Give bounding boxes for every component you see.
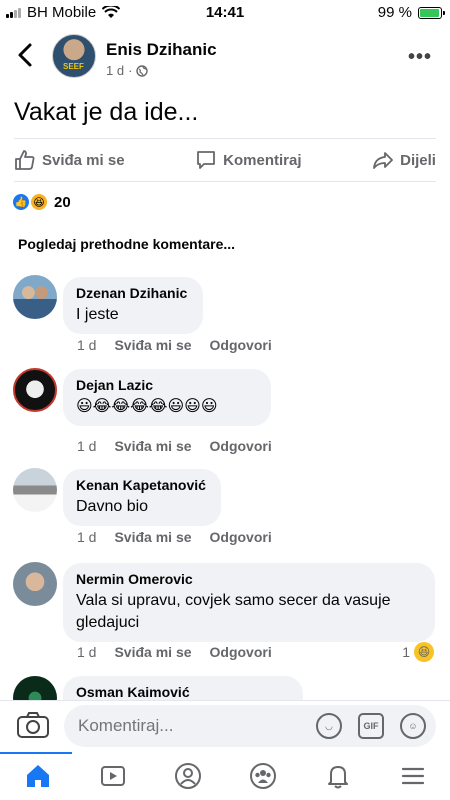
status-right: 99 %	[377, 4, 445, 21]
comment-bubble-icon	[197, 151, 216, 169]
nav-watch[interactable]	[93, 756, 133, 796]
nav-menu[interactable]	[393, 756, 433, 796]
nav-home[interactable]	[18, 756, 58, 796]
view-previous-comments[interactable]: Pogledaj prethodne komentare...	[18, 236, 235, 252]
comment-time[interactable]: 1 d	[77, 438, 96, 454]
author-avatar[interactable]	[52, 34, 96, 78]
comment-time[interactable]: 1 d	[77, 337, 96, 353]
comment-time[interactable]: 1 d	[77, 644, 96, 660]
battery-icon	[418, 6, 445, 19]
more-options-icon[interactable]: •••	[408, 46, 432, 69]
bottom-navigation	[0, 752, 450, 800]
avatar[interactable]	[13, 368, 57, 412]
comment-reaction-summary[interactable]: 1 😆	[402, 642, 436, 662]
post-text: Vakat je da ide...	[14, 98, 199, 126]
home-icon	[26, 765, 49, 787]
nav-groups[interactable]	[243, 756, 283, 796]
nav-profile[interactable]	[168, 756, 208, 796]
like-button[interactable]: Sviđa mi se	[14, 149, 125, 171]
avatar[interactable]	[13, 275, 57, 319]
share-label: Dijeli	[400, 151, 436, 169]
back-chevron-icon[interactable]	[14, 42, 38, 68]
comment-reply-button[interactable]: Odgovori	[210, 529, 272, 545]
composer-icons: ◡ GIF ☺	[316, 713, 426, 739]
commenter-name[interactable]: Kenan Kapetanović	[76, 477, 208, 493]
post-author-name[interactable]: Enis Dzihanic	[106, 40, 217, 60]
active-tab-indicator	[0, 752, 72, 754]
battery-percent: 99 %	[377, 4, 412, 21]
comment-actions: 1 d Sviđa mi se Odgovori	[77, 529, 272, 545]
comment-label: Komentiraj	[223, 151, 302, 169]
comment-actions: 1 d Sviđa mi se Odgovori	[77, 337, 272, 353]
comment-reaction-count: 1	[402, 644, 410, 660]
post-meta: 1 d ·	[106, 63, 149, 78]
sticker-icon[interactable]: ◡	[316, 713, 342, 739]
gif-button[interactable]: GIF	[358, 713, 384, 739]
thumbs-up-icon	[15, 150, 35, 170]
camera-icon[interactable]	[16, 711, 50, 739]
emoji-icon[interactable]: ☺	[400, 713, 426, 739]
comment-reply-button[interactable]: Odgovori	[210, 337, 272, 353]
haha-reaction-icon: 😆	[30, 193, 48, 211]
reactions-summary[interactable]: 👍 😆 20	[12, 193, 71, 211]
comment-like-button[interactable]: Sviđa mi se	[114, 529, 191, 545]
commenter-name[interactable]: Dzenan Dzihanic	[76, 285, 190, 301]
comment-actions: 1 d Sviđa mi se Odgovori	[77, 644, 272, 660]
reaction-count: 20	[54, 193, 71, 211]
divider	[14, 181, 436, 182]
avatar[interactable]	[13, 468, 57, 512]
share-button[interactable]: Dijeli	[372, 149, 436, 171]
comment-bubble: Dejan Lazic 😃😂😂😂😂😃😃😃	[63, 369, 271, 426]
status-bar: BH Mobile 14:41 99 %	[0, 0, 450, 26]
share-arrow-icon	[373, 152, 394, 169]
commenter-name[interactable]: Osman Kaimović	[76, 684, 290, 700]
haha-reaction-icon: 😆	[414, 642, 434, 662]
commenter-name[interactable]: Dejan Lazic	[76, 377, 258, 393]
comment-text: Davno bio	[76, 498, 149, 515]
comment-bubble: Kenan Kapetanović Davno bio	[63, 469, 221, 526]
avatar[interactable]	[13, 562, 57, 606]
globe-icon	[136, 64, 149, 77]
groups-icon	[249, 763, 276, 789]
comment-bubble: Nermin Omerovic Vala si upravu, covjek s…	[63, 563, 435, 642]
comment-composer: ◡ GIF ☺	[0, 700, 450, 750]
post-actions: Sviđa mi se Komentiraj Dijeli	[14, 140, 436, 180]
comment-like-button[interactable]: Sviđa mi se	[114, 644, 191, 660]
comment-reply-button[interactable]: Odgovori	[210, 644, 272, 660]
comment-like-button[interactable]: Sviđa mi se	[114, 337, 191, 353]
comment-text: I jeste	[76, 306, 119, 323]
comment-reply-button[interactable]: Odgovori	[210, 438, 272, 454]
nav-notifications[interactable]	[318, 756, 358, 796]
comment-text: Vala si upravu, covjek samo secer da vas…	[76, 592, 391, 631]
video-icon	[100, 766, 125, 786]
bell-icon	[327, 766, 348, 789]
comment-like-button[interactable]: Sviđa mi se	[114, 438, 191, 454]
divider	[14, 138, 436, 139]
post-time[interactable]: 1 d	[106, 63, 124, 78]
comment-bubble: Dzenan Dzihanic I jeste	[63, 277, 203, 334]
comment-time[interactable]: 1 d	[77, 529, 96, 545]
profile-icon	[174, 763, 201, 789]
like-reaction-icon: 👍	[12, 193, 30, 211]
comment-text: 😃😂😂😂😂😃😃😃	[76, 398, 218, 415]
like-label: Sviđa mi se	[42, 151, 125, 169]
commenter-name[interactable]: Nermin Omerovic	[76, 571, 422, 587]
comment-button[interactable]: Komentiraj	[195, 149, 302, 171]
hamburger-menu-icon	[401, 767, 424, 785]
comment-actions: 1 d Sviđa mi se Odgovori	[77, 438, 272, 454]
